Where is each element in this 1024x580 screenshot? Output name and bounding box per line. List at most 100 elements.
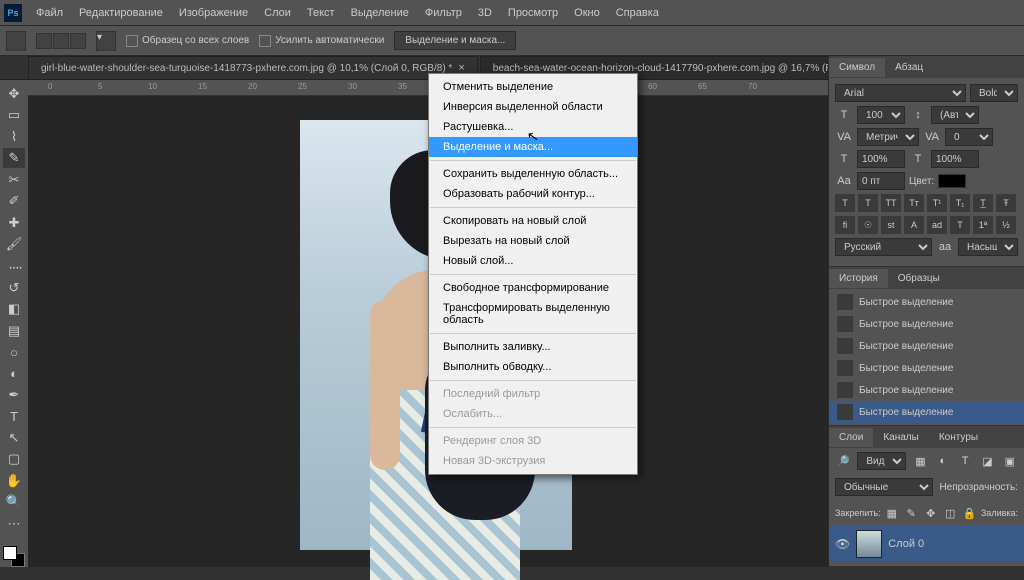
context-menu-item[interactable]: Скопировать на новый слой	[429, 211, 637, 231]
history-step[interactable]: Быстрое выделение	[829, 379, 1024, 401]
tab-channels[interactable]: Каналы	[873, 428, 929, 447]
context-menu-item[interactable]: Свободное трансформирование	[429, 278, 637, 298]
tab-paths[interactable]: Контуры	[929, 428, 988, 447]
tab-history[interactable]: История	[829, 269, 888, 288]
menu-select[interactable]: Выделение	[343, 7, 417, 19]
sample-all-layers-check[interactable]: Образец со всех слоев	[126, 35, 249, 47]
tool-mode-new[interactable]	[36, 33, 52, 49]
opentype-o[interactable]: ☉	[858, 216, 878, 234]
document-tab-active[interactable]: girl-blue-water-shoulder-sea-turquoise-1…	[28, 56, 478, 79]
menu-image[interactable]: Изображение	[171, 7, 256, 19]
search-icon[interactable]: 🔎	[835, 452, 851, 470]
lasso-tool[interactable]: ⌇	[3, 127, 25, 146]
tab-character[interactable]: Символ	[829, 58, 885, 77]
baseline-field[interactable]	[857, 172, 905, 190]
tool-mode-sub[interactable]	[70, 33, 86, 49]
faux-italic[interactable]: T	[858, 194, 878, 212]
superscript[interactable]: T¹	[927, 194, 947, 212]
menu-edit[interactable]: Редактирование	[71, 7, 171, 19]
blend-mode-select[interactable]: Обычные	[835, 478, 933, 496]
eyedropper-tool[interactable]: ✐	[3, 191, 25, 210]
menu-text[interactable]: Текст	[299, 7, 343, 19]
antialias-select[interactable]: Насыще...	[958, 238, 1018, 256]
pen-tool[interactable]: ✒	[3, 385, 25, 404]
menu-view[interactable]: Просмотр	[500, 7, 566, 19]
layer-name[interactable]: Слой 0	[888, 538, 924, 550]
history-step[interactable]: Быстрое выделение	[829, 313, 1024, 335]
menu-window[interactable]: Окно	[566, 7, 608, 19]
filter-smart-icon[interactable]: ▣	[1002, 452, 1018, 470]
heal-tool[interactable]: ✚	[3, 213, 25, 232]
color-swatch[interactable]	[3, 546, 25, 567]
context-menu-item[interactable]: Выполнить заливку...	[429, 337, 637, 357]
path-tool[interactable]: ↖	[3, 428, 25, 447]
history-step[interactable]: Быстрое выделение	[829, 401, 1024, 423]
crop-tool[interactable]: ✂	[3, 170, 25, 189]
dodge-tool[interactable]: ◐	[3, 364, 25, 383]
move-tool[interactable]: ✥	[3, 84, 25, 103]
faux-bold[interactable]: T	[835, 194, 855, 212]
history-step[interactable]: Быстрое выделение	[829, 357, 1024, 379]
filter-type-icon[interactable]: T	[957, 452, 973, 470]
lock-brush-icon[interactable]: ✎	[903, 504, 919, 522]
context-menu-item[interactable]: Сохранить выделенную область...	[429, 164, 637, 184]
brush-preset-icon[interactable]: ▾	[96, 31, 116, 51]
lock-all-icon[interactable]: 🔒	[961, 504, 977, 522]
visibility-icon[interactable]: 👁	[835, 537, 850, 551]
all-caps[interactable]: TT	[881, 194, 901, 212]
context-menu-item[interactable]: Вырезать на новый слой	[429, 231, 637, 251]
brush-tool[interactable]: 🖌	[3, 234, 25, 253]
select-and-mask-button[interactable]: Выделение и маска...	[394, 31, 516, 50]
context-menu-item[interactable]: Трансформировать выделенную область	[429, 298, 637, 330]
filter-adj-icon[interactable]: ◐	[935, 452, 951, 470]
menu-filter[interactable]: Фильтр	[417, 7, 470, 19]
menu-file[interactable]: Файл	[28, 7, 71, 19]
history-step[interactable]: Быстрое выделение	[829, 291, 1024, 313]
context-menu-item[interactable]: Отменить выделение	[429, 77, 637, 97]
opentype-t[interactable]: T	[950, 216, 970, 234]
eraser-tool[interactable]: ◧	[3, 299, 25, 318]
menu-layers[interactable]: Слои	[256, 7, 299, 19]
tab-swatches[interactable]: Образцы	[888, 269, 950, 288]
kerning-field[interactable]: Метрическ	[857, 128, 919, 146]
history-brush-tool[interactable]: ↺	[3, 278, 25, 297]
font-size-field[interactable]: 100 пт	[857, 106, 905, 124]
lock-transparent-icon[interactable]: ▦	[884, 504, 900, 522]
opentype-a[interactable]: A	[904, 216, 924, 234]
font-family-select[interactable]: Arial	[835, 84, 966, 102]
history-step[interactable]: Быстрое выделение	[829, 335, 1024, 357]
tab-layers[interactable]: Слои	[829, 428, 873, 447]
small-caps[interactable]: Tт	[904, 194, 924, 212]
context-menu-item[interactable]: Выполнить обводку...	[429, 357, 637, 377]
filter-shape-icon[interactable]: ◪	[979, 452, 995, 470]
vscale-field[interactable]	[857, 150, 905, 168]
underline[interactable]: T̲	[973, 194, 993, 212]
context-menu-item[interactable]: Инверсия выделенной области	[429, 97, 637, 117]
opentype-fr[interactable]: ½	[996, 216, 1016, 234]
blur-tool[interactable]: ○	[3, 342, 25, 361]
layer-thumbnail[interactable]	[856, 530, 882, 558]
context-menu-item[interactable]: Образовать рабочий контур...	[429, 184, 637, 204]
marquee-tool[interactable]: ▭	[3, 105, 25, 124]
quick-select-tool[interactable]: ✎	[3, 148, 25, 167]
tool-mode-add[interactable]	[53, 33, 69, 49]
menu-3d[interactable]: 3D	[470, 7, 500, 19]
active-tool-icon[interactable]	[6, 31, 26, 51]
tracking-field[interactable]: 0	[945, 128, 993, 146]
shape-tool[interactable]: ▢	[3, 450, 25, 469]
opentype-1[interactable]: 1ª	[973, 216, 993, 234]
hand-tool[interactable]: ✋	[3, 471, 25, 490]
stamp-tool[interactable]: ᠁	[3, 256, 25, 276]
strike[interactable]: Ŧ	[996, 194, 1016, 212]
menu-help[interactable]: Справка	[608, 7, 667, 19]
zoom-tool[interactable]: 🔍	[3, 493, 25, 512]
font-style-select[interactable]: Bold	[970, 84, 1018, 102]
text-color-swatch[interactable]	[938, 174, 966, 188]
lock-artboard-icon[interactable]: ◫	[942, 504, 958, 522]
context-menu-item[interactable]: Новый слой...	[429, 251, 637, 271]
opentype-st[interactable]: st	[881, 216, 901, 234]
leading-field[interactable]: (Авто)	[931, 106, 979, 124]
language-select[interactable]: Русский	[835, 238, 932, 256]
subscript[interactable]: T₁	[950, 194, 970, 212]
layer-filter-select[interactable]: Вид	[857, 452, 906, 470]
